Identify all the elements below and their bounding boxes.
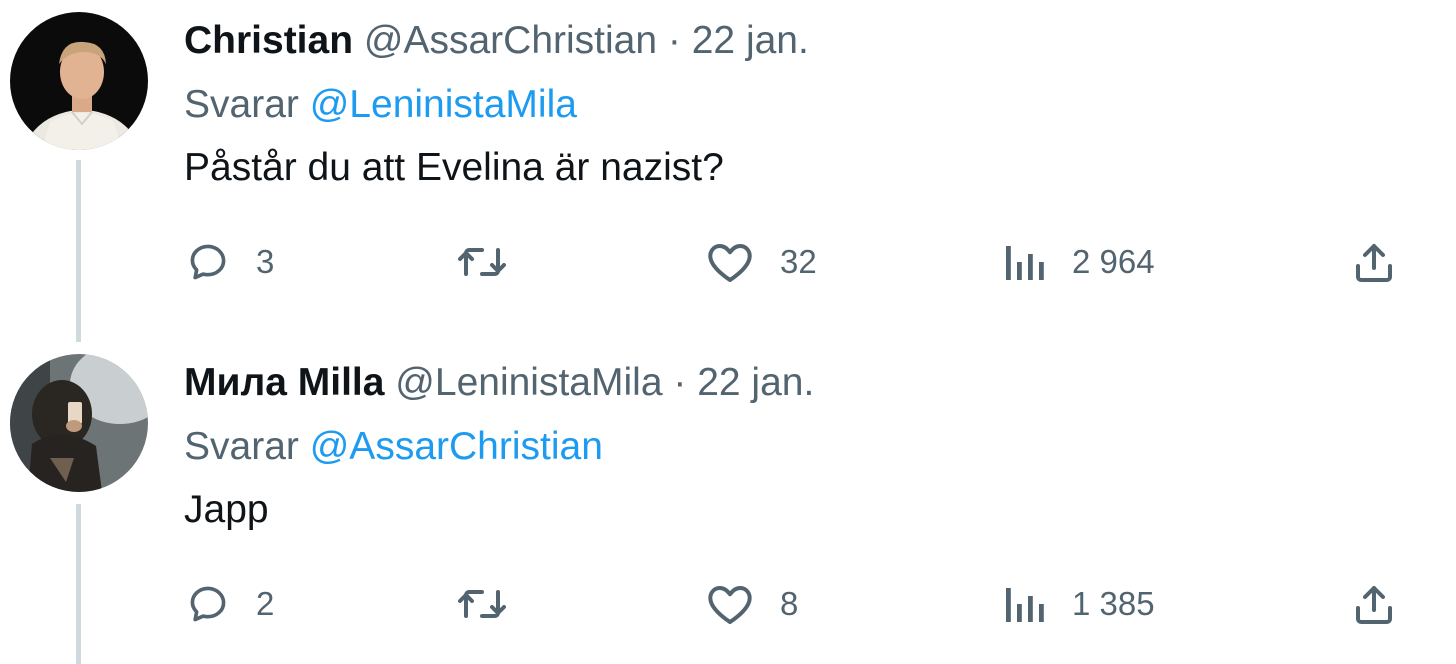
tweet-text: Japp bbox=[184, 488, 269, 531]
tweet-date[interactable]: 22 jan. bbox=[692, 19, 809, 62]
avatar[interactable] bbox=[10, 12, 148, 150]
tweet-date[interactable]: 22 jan. bbox=[697, 361, 814, 404]
views-icon bbox=[1006, 588, 1044, 622]
reply-icon bbox=[190, 244, 226, 280]
replying-to-label: Svarar bbox=[184, 83, 299, 126]
like-icon bbox=[708, 244, 752, 282]
views-icon bbox=[1006, 246, 1044, 280]
separator-dot: · bbox=[667, 19, 681, 62]
reply-button[interactable]: 2 bbox=[186, 578, 274, 630]
avatar[interactable] bbox=[10, 354, 148, 492]
share-icon bbox=[1356, 244, 1392, 282]
tweet-text: Påstår du att Evelina är nazist? bbox=[184, 146, 724, 189]
tweet-header: Christian @AssarChristian · 22 jan. bbox=[184, 18, 809, 64]
share-icon bbox=[1356, 586, 1392, 624]
views-count: 1 385 bbox=[1072, 585, 1155, 622]
like-count: 32 bbox=[780, 243, 817, 280]
retweet-button[interactable] bbox=[456, 236, 534, 288]
reply-count: 3 bbox=[256, 243, 275, 280]
tweet-actions: 3 32 2 964 bbox=[0, 236, 1456, 288]
avatar-image bbox=[10, 12, 148, 150]
tweet[interactable]: Christian @AssarChristian · 22 jan. Svar… bbox=[0, 0, 1456, 342]
retweet-button[interactable] bbox=[456, 578, 534, 630]
tweet-header: Мила Milla @LeninistaMila · 22 jan. bbox=[184, 360, 814, 406]
views-button[interactable]: 1 385 bbox=[1002, 578, 1155, 630]
like-count: 8 bbox=[780, 585, 799, 622]
views-button[interactable]: 2 964 bbox=[1002, 236, 1155, 288]
author-handle[interactable]: @AssarChristian bbox=[364, 19, 657, 62]
replying-to-label: Svarar bbox=[184, 425, 299, 468]
like-button[interactable]: 8 bbox=[706, 578, 798, 630]
replying-to-mention[interactable]: @AssarChristian bbox=[310, 425, 603, 468]
retweet-icon bbox=[458, 590, 506, 618]
tweet[interactable]: Мила Milla @LeninistaMila · 22 jan. Svar… bbox=[0, 342, 1456, 664]
avatar-image bbox=[10, 354, 148, 492]
reply-count: 2 bbox=[256, 585, 275, 622]
share-button[interactable] bbox=[1352, 236, 1396, 288]
tweet-actions: 2 8 1 385 bbox=[0, 578, 1456, 630]
like-icon bbox=[708, 586, 752, 624]
author-name[interactable]: Мила Milla bbox=[184, 361, 384, 404]
replying-to-mention[interactable]: @LeninistaMila bbox=[310, 83, 577, 126]
reply-icon bbox=[190, 586, 226, 622]
retweet-icon bbox=[458, 248, 506, 276]
views-count: 2 964 bbox=[1072, 243, 1155, 280]
reply-thread: Christian @AssarChristian · 22 jan. Svar… bbox=[0, 0, 1456, 664]
replying-to: Svarar @AssarChristian bbox=[184, 424, 603, 470]
author-handle[interactable]: @LeninistaMila bbox=[395, 361, 662, 404]
like-button[interactable]: 32 bbox=[706, 236, 817, 288]
author-name[interactable]: Christian bbox=[184, 19, 353, 62]
separator-dot: · bbox=[673, 361, 687, 404]
replying-to: Svarar @LeninistaMila bbox=[184, 82, 577, 128]
reply-button[interactable]: 3 bbox=[186, 236, 274, 288]
share-button[interactable] bbox=[1352, 578, 1396, 630]
